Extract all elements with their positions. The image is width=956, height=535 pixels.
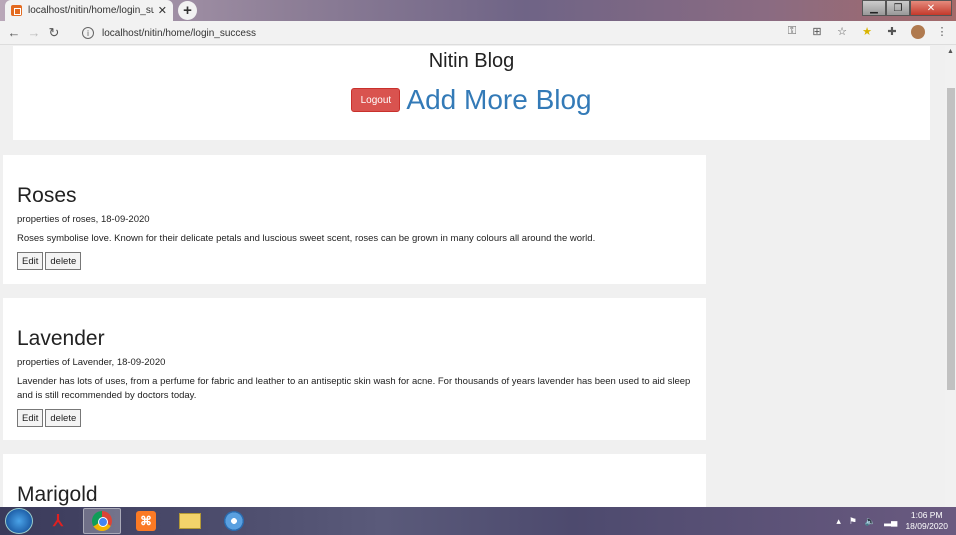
- reload-icon[interactable]: ↻: [44, 25, 64, 41]
- taskbar-file-explorer[interactable]: [171, 508, 209, 534]
- network-signal-icon[interactable]: ▂▄: [884, 516, 897, 527]
- extension-icon[interactable]: ★: [861, 25, 873, 42]
- logout-button[interactable]: Logout: [351, 88, 401, 112]
- post-meta: properties of Lavender, 18-09-2020: [17, 357, 166, 368]
- bookmark-star-icon[interactable]: ☆: [836, 25, 848, 42]
- tab-close-icon[interactable]: ✕: [158, 4, 167, 17]
- site-info-icon[interactable]: i: [82, 27, 94, 39]
- blog-header: Nitin Blog Logout Add More Blog: [13, 46, 930, 140]
- show-hidden-icons-icon[interactable]: ▴: [836, 516, 841, 527]
- post-body: Lavender has lots of uses, from a perfum…: [17, 376, 691, 401]
- page-scrollbar[interactable]: ▲: [945, 46, 956, 507]
- post-card: Marigold: [3, 454, 706, 507]
- post-body: Roses symbolise love. Known for their de…: [17, 233, 596, 244]
- edit-button[interactable]: Edit: [17, 409, 44, 427]
- delete-button[interactable]: delete: [45, 409, 82, 427]
- address-bar[interactable]: i localhost/nitin/home/login_success: [74, 24, 858, 42]
- profile-avatar-icon[interactable]: [911, 25, 925, 42]
- close-window-button[interactable]: ✕: [910, 0, 952, 16]
- back-arrow-icon[interactable]: ←: [4, 25, 24, 40]
- post-title: Lavender: [17, 327, 105, 350]
- browser-tab-strip: localhost/nitin/home/login_succ ✕ + ▁ ❐ …: [0, 0, 956, 21]
- system-clock[interactable]: 1:06 PM 18/09/2020: [905, 510, 948, 532]
- header-actions: Logout Add More Blog: [13, 84, 930, 116]
- windows-taskbar: ⅄ ⌘ ▴ ⚑ 🔈 ▂▄ 1:06 PM 18/09/2020: [0, 507, 956, 535]
- minimize-button[interactable]: ▁: [862, 0, 886, 16]
- browser-tab[interactable]: localhost/nitin/home/login_succ ✕: [5, 0, 173, 21]
- volume-icon[interactable]: 🔈: [865, 516, 876, 527]
- clock-time: 1:06 PM: [910, 510, 943, 520]
- translate-icon[interactable]: ⊞: [811, 25, 823, 42]
- page-viewport: Nitin Blog Logout Add More Blog Roses pr…: [0, 46, 945, 507]
- start-button[interactable]: [5, 508, 33, 534]
- taskbar-paint[interactable]: [215, 508, 253, 534]
- new-tab-button[interactable]: +: [178, 1, 197, 20]
- pdf-icon: ⅄: [53, 513, 63, 530]
- taskbar-chrome[interactable]: [83, 508, 121, 534]
- scroll-thumb[interactable]: [947, 88, 955, 390]
- key-icon[interactable]: ⚿: [786, 25, 798, 42]
- toolbar-icons: ⚿ ⊞ ☆ ★ ✚ ⋮: [786, 25, 948, 42]
- maximize-button[interactable]: ❐: [886, 0, 910, 16]
- window-controls: ▁ ❐ ✕: [862, 0, 952, 16]
- menu-kebab-icon[interactable]: ⋮: [936, 25, 948, 42]
- address-url[interactable]: localhost/nitin/home/login_success: [102, 28, 256, 39]
- taskbar-xampp[interactable]: ⌘: [127, 508, 165, 534]
- post-meta: properties of roses, 18-09-2020: [17, 214, 150, 225]
- clock-date: 18/09/2020: [905, 521, 948, 531]
- xampp-favicon-icon: [11, 5, 22, 16]
- system-tray: ▴ ⚑ 🔈 ▂▄ 1:06 PM 18/09/2020: [836, 507, 948, 535]
- forward-arrow-icon[interactable]: →: [24, 25, 44, 40]
- paint-icon: [224, 511, 244, 531]
- browser-toolbar: ← → ↻ i localhost/nitin/home/login_succe…: [0, 21, 956, 45]
- edit-button[interactable]: Edit: [17, 252, 44, 270]
- page-title: Nitin Blog: [428, 50, 515, 72]
- extensions-puzzle-icon[interactable]: ✚: [886, 25, 898, 42]
- chrome-icon: [92, 511, 112, 531]
- tab-title: localhost/nitin/home/login_succ: [28, 5, 154, 16]
- action-center-flag-icon[interactable]: ⚑: [849, 516, 857, 527]
- delete-button[interactable]: delete: [45, 252, 82, 270]
- xampp-icon: ⌘: [136, 511, 156, 531]
- folder-icon: [179, 513, 201, 529]
- scroll-up-arrow-icon[interactable]: ▲: [947, 48, 954, 55]
- post-card: Lavender properties of Lavender, 18-09-2…: [3, 298, 706, 440]
- post-card: Roses properties of roses, 18-09-2020 Ro…: [3, 155, 706, 284]
- taskbar-acrobat[interactable]: ⅄: [39, 508, 77, 534]
- post-actions: Edit delete: [17, 252, 692, 270]
- add-more-blog-link[interactable]: Add More Blog: [406, 84, 591, 116]
- post-title: Marigold: [17, 483, 98, 506]
- post-actions: Edit delete: [17, 409, 692, 427]
- post-title: Roses: [17, 184, 77, 207]
